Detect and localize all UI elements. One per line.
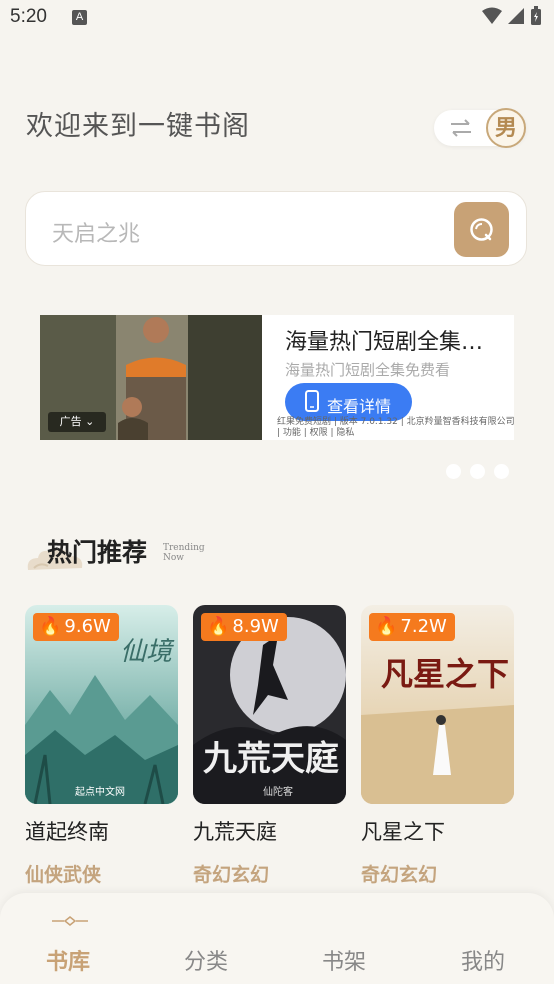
svg-text:仙境: 仙境 <box>120 637 175 667</box>
ad-detail-label[interactable]: 查看详情 <box>327 393 391 417</box>
search-input[interactable]: 天启之兆 <box>52 216 140 248</box>
ad-subtitle: 海量热门短剧全集免费看 <box>285 361 451 379</box>
phone-icon <box>305 390 319 412</box>
wifi-icon <box>482 7 502 24</box>
svg-text:九荒天庭: 九荒天庭 <box>203 739 339 779</box>
fire-icon: 🔥 <box>39 616 62 637</box>
heat-badge: 🔥 8.9W <box>201 613 287 641</box>
nav-tab-mine[interactable]: 我的 <box>461 944 505 976</box>
svg-text:仙陀客: 仙陀客 <box>263 785 293 798</box>
svg-text:凡星之下: 凡星之下 <box>381 655 509 693</box>
search-button[interactable] <box>454 202 509 257</box>
book-category: 奇幻玄幻 <box>193 864 270 886</box>
notification-icon: A <box>72 10 87 25</box>
ad-tag: 广告 ⌄ <box>48 412 106 432</box>
book-card[interactable]: 仙境 起点中文网 🔥 9.6W 道起终南 仙侠武侠 <box>25 605 178 887</box>
section-subtitle: Trending Now <box>163 543 205 563</box>
swap-icon[interactable] <box>448 115 474 141</box>
ad-fine-print[interactable]: 红果免费短剧 | 版本 7.0.1.32 | 北京羚量智香科技有限公司 | 功能… <box>277 417 517 439</box>
battery-icon <box>531 6 541 25</box>
book-title[interactable]: 道起终南 <box>25 816 178 846</box>
fire-icon: 🔥 <box>375 616 398 637</box>
page-title: 欢迎来到一键书阁 <box>26 111 250 142</box>
carousel-dots <box>446 464 509 479</box>
heat-badge: 🔥 9.6W <box>33 613 119 641</box>
status-time: 5:20 <box>10 6 47 27</box>
carousel-dot[interactable] <box>494 464 509 479</box>
carousel-dot[interactable] <box>446 464 461 479</box>
carousel-dot[interactable] <box>470 464 485 479</box>
book-card[interactable]: 九荒天庭 仙陀客 🔥 8.9W 九荒天庭 奇幻玄幻 <box>193 605 346 887</box>
svg-text:起点中文网: 起点中文网 <box>75 785 125 798</box>
book-title[interactable]: 九荒天庭 <box>193 816 346 846</box>
heat-badge: 🔥 7.2W <box>369 613 455 641</box>
nav-tab-library[interactable]: 书库 <box>46 944 90 976</box>
section-title: 热门推荐 <box>47 538 148 567</box>
book-category: 仙侠武侠 <box>25 864 102 886</box>
book-category: 奇幻玄幻 <box>361 864 438 886</box>
nav-tab-bookshelf[interactable]: 书架 <box>322 944 366 976</box>
book-cover[interactable]: 九荒天庭 仙陀客 🔥 8.9W <box>193 605 346 804</box>
search-icon <box>470 218 493 241</box>
book-cover[interactable]: 凡星之下 🔥 7.2W <box>361 605 514 804</box>
active-tab-ornament-icon <box>52 916 88 926</box>
book-cover[interactable]: 仙境 起点中文网 🔥 9.6W <box>25 605 178 804</box>
book-title[interactable]: 凡星之下 <box>361 816 514 846</box>
book-card[interactable]: 凡星之下 🔥 7.2W 凡星之下 奇幻玄幻 <box>361 605 514 887</box>
gender-badge[interactable]: 男 <box>486 108 526 148</box>
fire-icon: 🔥 <box>207 616 230 637</box>
ad-title: 海量热门短剧全集… <box>285 330 484 355</box>
nav-tab-category[interactable]: 分类 <box>184 944 228 976</box>
status-icons <box>482 6 542 26</box>
signal-icon <box>508 8 524 24</box>
